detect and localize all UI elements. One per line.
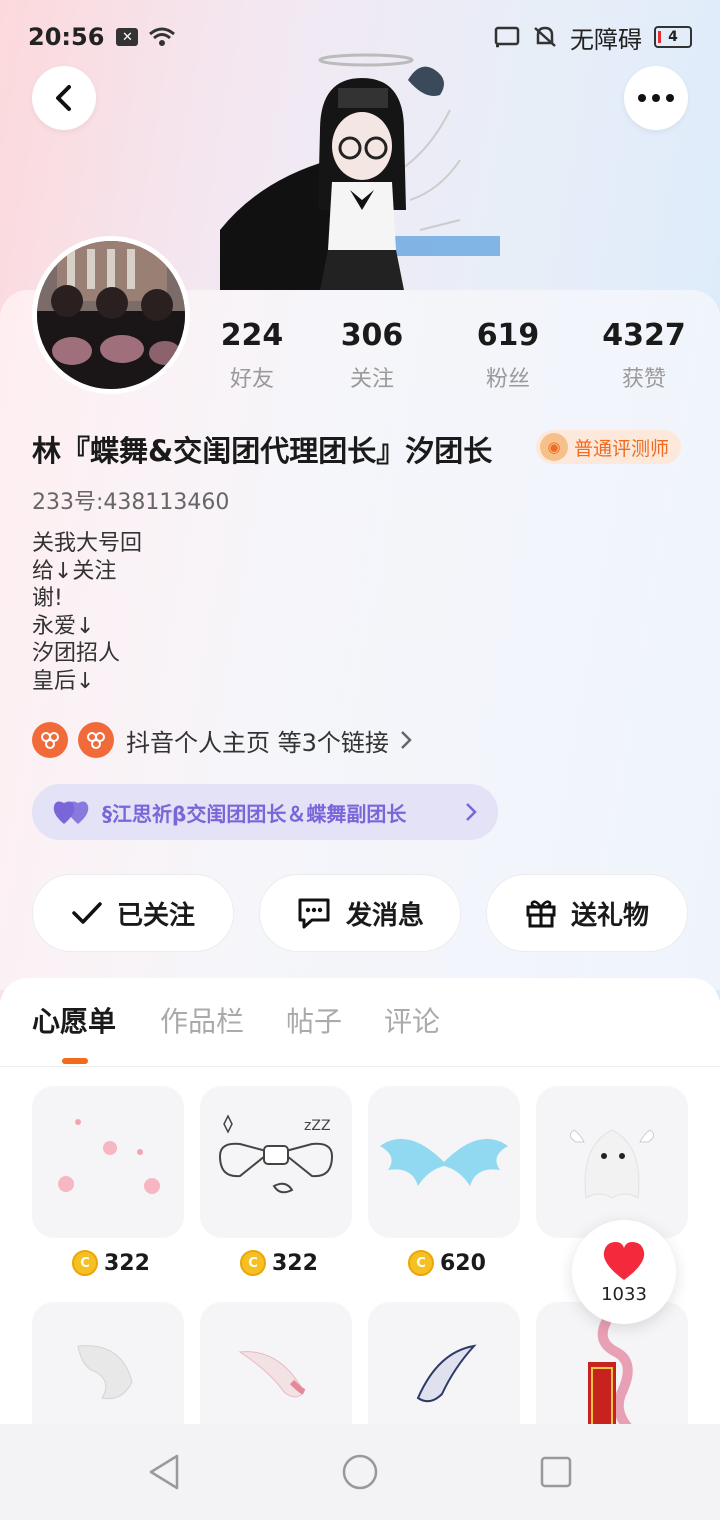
group-pill[interactable]: §江思祈β交闺团团长＆蝶舞副团长 xyxy=(32,784,498,840)
wishlist-price: C 322 xyxy=(72,1250,150,1276)
circle-home-icon xyxy=(342,1454,378,1490)
tab-posts[interactable]: 帖子 xyxy=(286,1000,342,1040)
blue-wings-icon xyxy=(380,1138,508,1186)
chevron-right-icon xyxy=(401,731,412,749)
stat-label: 好友 xyxy=(229,367,274,392)
nav-recents-button[interactable] xyxy=(532,1448,580,1496)
user-bio: 关我大号回 给↓关注 谢! 永爱↓ 汐团招人 皇后↓ xyxy=(32,530,142,695)
chevron-left-icon xyxy=(56,85,71,111)
battery-icon: 4 xyxy=(654,26,692,48)
coin-icon: C xyxy=(240,1250,266,1276)
system-navigation-bar xyxy=(0,1424,720,1520)
tab-wishlist[interactable]: 心愿单 xyxy=(32,1000,116,1040)
user-nickname: 林『蝶舞&交闺团代理团长』汐团长 xyxy=(32,434,493,468)
ghost-icon xyxy=(570,1129,654,1199)
gift-icon xyxy=(526,900,556,928)
wishlist-item[interactable]: zZZ xyxy=(200,1086,352,1238)
wishlist-item[interactable] xyxy=(368,1086,520,1238)
action-buttons: 已关注 发消息 送礼物 xyxy=(0,874,720,952)
links-label: 抖音个人主页 等3个链接 xyxy=(126,728,389,757)
send-gift-button[interactable]: 送礼物 xyxy=(486,874,688,952)
price-value: 322 xyxy=(272,1250,318,1276)
bio-line: 汐团招人 xyxy=(32,641,121,666)
stat-label: 关注 xyxy=(349,367,394,392)
link-icon xyxy=(78,722,114,758)
followed-button[interactable]: 已关注 xyxy=(32,874,234,952)
triangle-back-icon xyxy=(149,1454,179,1490)
square-recents-icon xyxy=(540,1456,572,1488)
wishlist-price: C 322 xyxy=(240,1250,318,1276)
tab-comments[interactable]: 评论 xyxy=(384,1000,440,1040)
accessibility-label: 无障碍 xyxy=(570,25,642,54)
stat-label: 获赞 xyxy=(621,367,666,392)
stat-value: 619 xyxy=(476,318,540,353)
wishlist-item[interactable] xyxy=(32,1086,184,1238)
svg-text:zZZ: zZZ xyxy=(304,1118,331,1134)
stat-friends[interactable]: 224 好友 xyxy=(192,318,312,393)
stat-following[interactable]: 306 关注 xyxy=(312,318,432,393)
wishlist-item[interactable] xyxy=(536,1086,688,1238)
chevron-right-icon xyxy=(466,803,477,821)
cast-icon xyxy=(494,26,520,48)
tab-works[interactable]: 作品栏 xyxy=(160,1000,244,1040)
chat-bubble-icon xyxy=(298,898,330,929)
badge-label: 普通评测师 xyxy=(574,437,670,460)
double-heart-icon xyxy=(53,801,89,824)
price-value: 620 xyxy=(440,1250,486,1276)
gift-label: 送礼物 xyxy=(570,900,649,931)
stat-value: 4327 xyxy=(602,318,686,353)
price-value: 322 xyxy=(104,1250,150,1276)
sleep-bow-icon: zZZ xyxy=(218,1114,334,1194)
stat-value: 306 xyxy=(340,318,404,353)
bio-line: 皇后↓ xyxy=(32,668,95,694)
pink-sparkles-icon xyxy=(58,1119,160,1194)
bio-line: 给↓关注 xyxy=(32,558,117,584)
external-links-row[interactable]: 抖音个人主页 等3个链接 xyxy=(32,722,413,758)
tab-divider xyxy=(0,1066,720,1067)
followed-label: 已关注 xyxy=(116,900,195,931)
reviewer-badge-icon: ◉ xyxy=(540,433,568,461)
mute-bell-icon xyxy=(534,26,556,47)
back-button[interactable] xyxy=(32,66,96,130)
coin-icon: C xyxy=(72,1250,98,1276)
wishlist-price: C 620 xyxy=(408,1250,486,1276)
checkmark-icon xyxy=(72,902,102,924)
message-button[interactable]: 发消息 xyxy=(259,874,461,952)
stats-row: 224 好友 306 关注 619 粉丝 4327 获赞 xyxy=(0,318,720,398)
stat-likes[interactable]: 4327 获赞 xyxy=(584,318,704,393)
more-button[interactable] xyxy=(624,66,688,130)
message-label: 发消息 xyxy=(345,900,424,931)
stat-fans[interactable]: 619 粉丝 xyxy=(448,318,568,393)
active-tab-indicator xyxy=(62,1058,88,1064)
link-icon xyxy=(32,722,68,758)
heart-icon xyxy=(603,1241,645,1280)
notification-icon: ✕ xyxy=(116,28,139,46)
wifi-icon xyxy=(149,27,176,46)
like-button[interactable]: 1033 xyxy=(572,1220,676,1324)
reviewer-badge[interactable]: ◉ 普通评测师 xyxy=(536,430,682,464)
stat-label: 粉丝 xyxy=(485,367,530,392)
bio-line: 谢! xyxy=(32,586,63,611)
nav-home-button[interactable] xyxy=(336,1448,384,1496)
bio-line: 永爱↓ xyxy=(32,613,95,639)
like-count: 1033 xyxy=(601,1283,647,1305)
stat-value: 224 xyxy=(220,318,284,353)
avatar-character-image xyxy=(220,53,500,290)
coin-icon: C xyxy=(408,1250,434,1276)
user-id: 233号:438113460 xyxy=(32,490,230,515)
group-label: §江思祈β交闺团团长＆蝶舞副团长 xyxy=(102,801,407,826)
nav-back-button[interactable] xyxy=(140,1448,188,1496)
status-time: 20:56 xyxy=(28,23,105,51)
more-dots-icon xyxy=(638,94,674,102)
bio-line: 关我大号回 xyxy=(32,531,143,556)
